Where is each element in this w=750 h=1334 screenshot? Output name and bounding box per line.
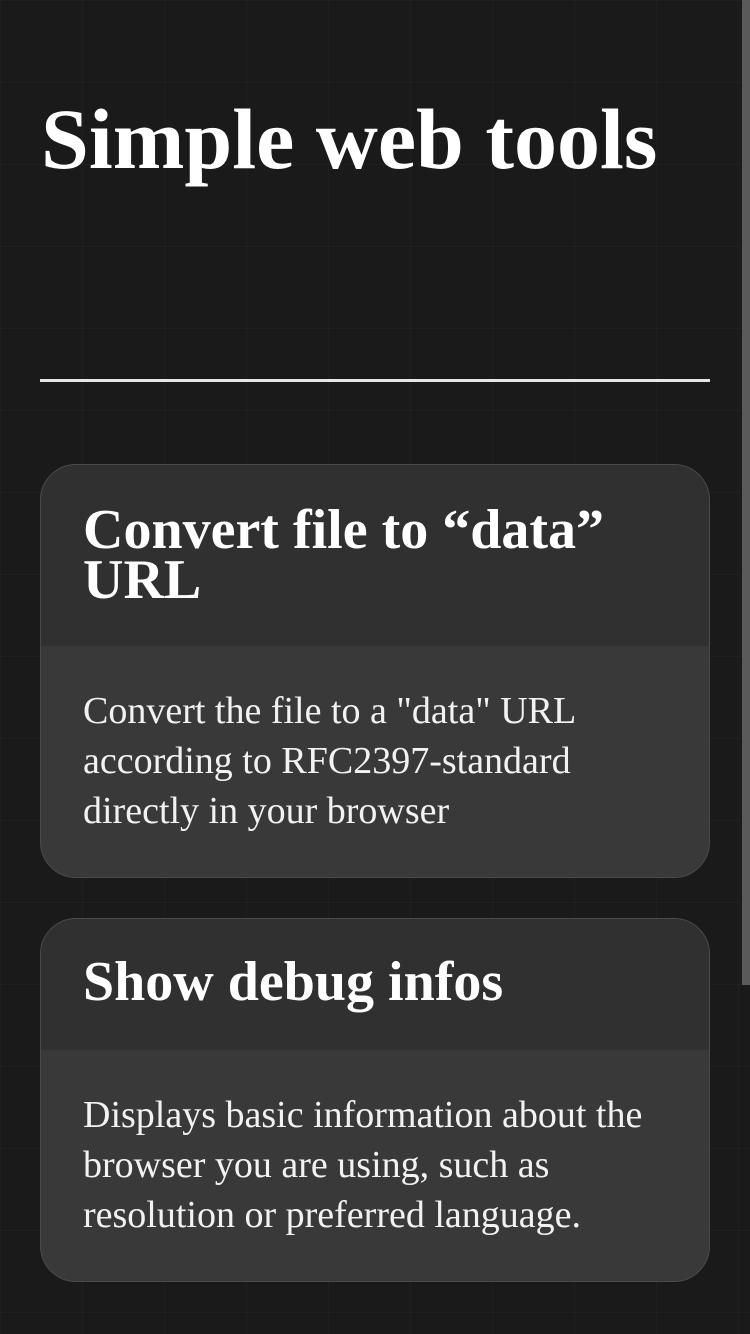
- page-title: Simple web tools: [41, 91, 658, 187]
- tool-card-convert-data-url[interactable]: Convert file to “data” URL Convert the f…: [40, 464, 710, 878]
- tool-card-description: Displays basic information about the bro…: [83, 1094, 643, 1236]
- tool-card-description: Convert the file to a "data" URL accordi…: [83, 690, 575, 832]
- tool-card-body: Convert the file to a "data" URL accordi…: [41, 646, 709, 836]
- tool-card-title: Convert file to “data” URL: [83, 499, 605, 611]
- tool-card-title: Show debug infos: [83, 951, 504, 1013]
- scrollbar[interactable]: [742, 0, 750, 985]
- tool-card-body: Displays basic information about the bro…: [41, 1050, 709, 1240]
- tool-card-header: Show debug infos: [41, 919, 709, 1050]
- tool-card-header: Convert file to “data” URL: [41, 465, 709, 646]
- header-divider: [40, 379, 710, 382]
- tool-card-debug-infos[interactable]: Show debug infos Displays basic informat…: [40, 918, 710, 1282]
